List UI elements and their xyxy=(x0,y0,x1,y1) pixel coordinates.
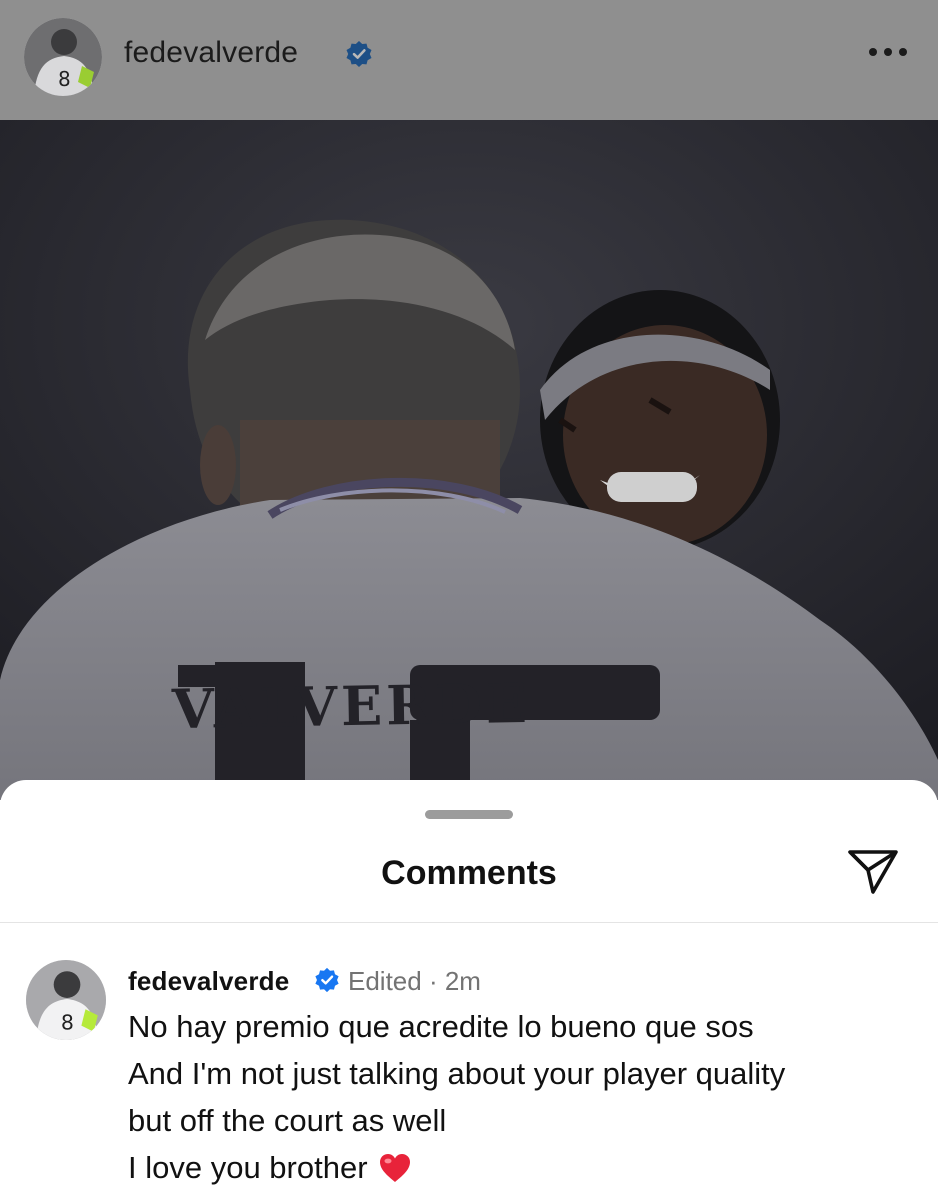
jersey-name-text: VALVERDE xyxy=(171,670,532,742)
commenter-avatar-number: 8 xyxy=(61,1011,74,1035)
sheet-title: Comments xyxy=(381,854,557,892)
commenter-avatar[interactable]: 8 xyxy=(26,960,106,1040)
post-header: 8 fedevalverde xyxy=(0,0,938,120)
heart-emoji-icon xyxy=(379,1154,410,1182)
post-photo: VALVERDE xyxy=(0,120,938,800)
comment-text-line: but off the court as well xyxy=(128,1103,447,1138)
post-author-avatar[interactable]: 8 xyxy=(24,18,102,96)
commenter-username[interactable]: fedevalverde xyxy=(128,966,289,997)
comment-text-line: No hay premio que acredite lo bueno que … xyxy=(128,1009,754,1044)
comment-text-line: And I'm not just talking about your play… xyxy=(128,1056,786,1091)
verified-badge-icon xyxy=(346,41,372,67)
verified-badge-icon xyxy=(315,967,339,993)
share-icon[interactable] xyxy=(846,846,900,896)
comment-text: I love you brother xyxy=(128,1150,368,1185)
sheet-divider xyxy=(0,922,938,923)
comments-sheet: Comments 8 fedevalverde Edited · 2m No h… xyxy=(0,780,938,1200)
more-options-icon[interactable] xyxy=(866,42,910,62)
avatar-jersey-number: 8 xyxy=(58,67,71,91)
post-author-username[interactable]: fedevalverde xyxy=(124,36,298,70)
sheet-drag-handle[interactable] xyxy=(425,810,513,819)
comment-meta: Edited · 2m xyxy=(348,966,481,996)
comment-text-line-last: I love you brother xyxy=(128,1150,412,1186)
